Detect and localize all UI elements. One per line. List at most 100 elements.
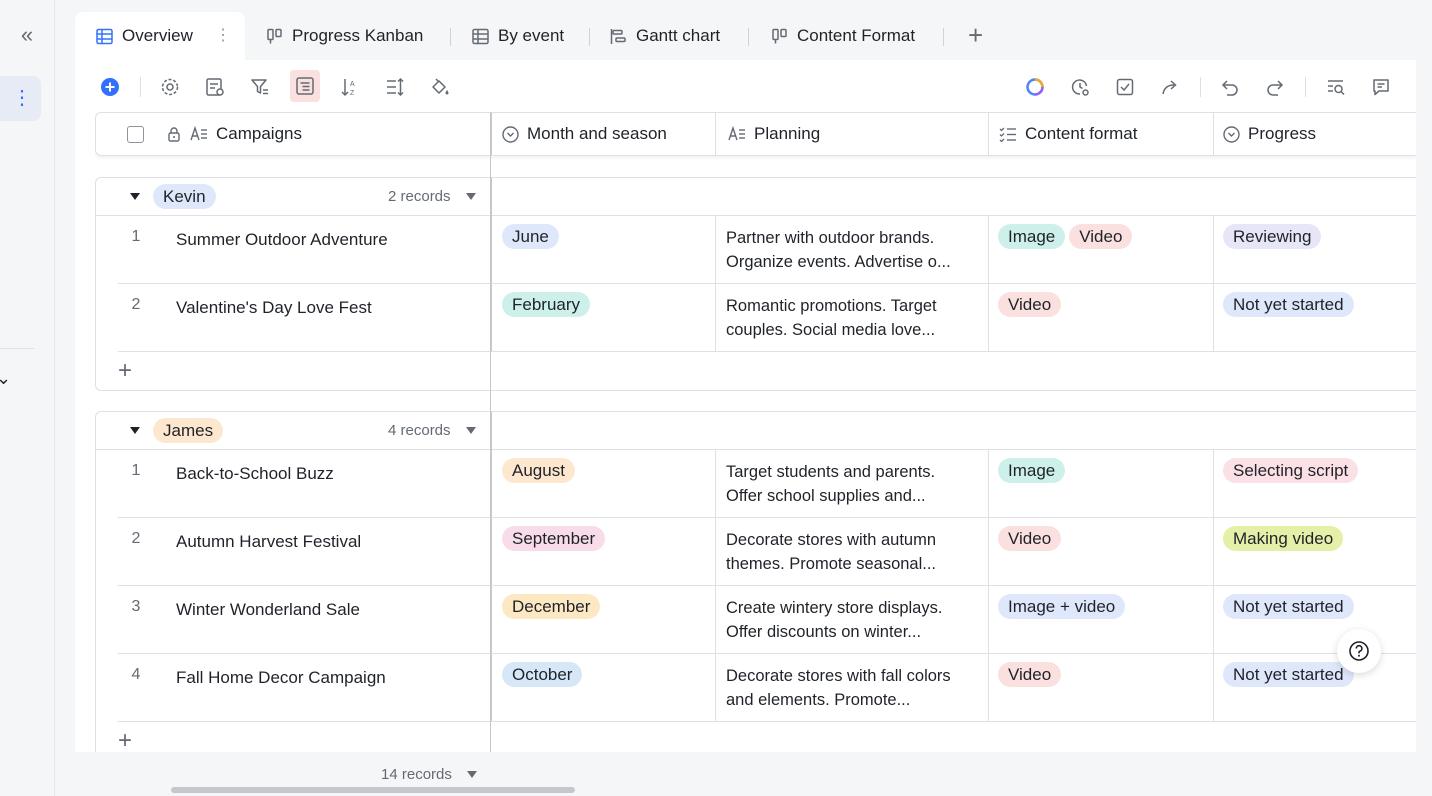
table-row[interactable]: 3 Winter Wonderland Sale December Create wi… <box>96 586 1416 654</box>
ai-assistant-icon[interactable] <box>1022 74 1048 100</box>
progress-cell[interactable]: Selecting script <box>1214 450 1416 518</box>
planning-cell[interactable]: Decorate stores with autumn themes. Promo… <box>716 518 989 586</box>
progress-tag: Not yet started <box>1223 662 1354 687</box>
add-row-button[interactable]: + <box>118 359 132 383</box>
help-button[interactable] <box>1337 629 1381 673</box>
header-progress[interactable]: Progress <box>1214 113 1416 155</box>
progress-cell[interactable]: Making video <box>1214 518 1416 586</box>
add-row-button[interactable]: + <box>118 729 132 753</box>
tab-divider <box>450 28 451 46</box>
content-format-tag: Video <box>998 662 1062 687</box>
row-height-icon[interactable] <box>382 74 408 100</box>
tab-overview[interactable]: Overview ⋮ <box>75 12 245 60</box>
fill-color-icon[interactable] <box>427 74 453 100</box>
row-number: 4 <box>131 666 141 683</box>
chevron-down-icon[interactable] <box>467 771 477 778</box>
month-cell[interactable]: February <box>491 284 716 352</box>
content-format-cell[interactable]: Image <box>989 450 1214 518</box>
grid-table-icon <box>95 27 113 45</box>
progress-tag: Not yet started <box>1223 594 1354 619</box>
kanban-icon <box>770 27 788 45</box>
table-row[interactable]: 1 Back-to-School Buzz August Target student… <box>96 450 1416 518</box>
collapse-group-icon[interactable] <box>130 427 140 434</box>
horizontal-scrollbar[interactable] <box>171 787 575 793</box>
tab-by-event[interactable]: By event <box>471 12 564 60</box>
collapse-group-icon[interactable] <box>130 193 140 200</box>
chevron-down-icon[interactable] <box>466 193 476 200</box>
field-settings-icon[interactable] <box>202 74 228 100</box>
add-record-icon[interactable] <box>97 74 123 100</box>
content-format-cell[interactable]: Video <box>989 518 1214 586</box>
content-format-tag: Image + video <box>998 594 1126 619</box>
progress-cell[interactable]: Not yet started <box>1214 284 1416 352</box>
tab-progress-kanban[interactable]: Progress Kanban <box>265 12 423 60</box>
header-planning[interactable]: Planning <box>716 113 989 155</box>
planning-cell[interactable]: Target students and parents. Offer school… <box>716 450 989 518</box>
redo-icon[interactable] <box>1262 74 1288 100</box>
share-icon[interactable] <box>1157 74 1183 100</box>
group-tag: Kevin <box>153 184 216 209</box>
planning-cell[interactable]: Romantic promotions. Target couples. Soci… <box>716 284 989 352</box>
settings-icon[interactable] <box>157 74 183 100</box>
content-format-tag: Video <box>998 526 1062 551</box>
table-row[interactable]: 2 Valentine's Day Love Fest February Romant… <box>96 284 1416 352</box>
task-check-icon[interactable] <box>1112 74 1138 100</box>
month-cell[interactable]: September <box>491 518 716 586</box>
campaign-name[interactable]: Fall Home Decor Campaign <box>176 668 386 688</box>
campaign-name[interactable]: Valentine's Day Love Fest <box>176 298 372 318</box>
table-row[interactable]: 1 Summer Outdoor Adventure June Partner wit… <box>96 216 1416 284</box>
header-campaigns[interactable]: Campaigns <box>96 113 491 155</box>
tab-label: Content Format <box>797 26 916 45</box>
undo-icon[interactable] <box>1217 74 1243 100</box>
group-record-count[interactable]: 4 records <box>388 422 451 439</box>
content-format-tag: Image <box>998 458 1066 483</box>
chevron-down-icon[interactable]: ⌄ <box>0 366 22 390</box>
campaign-name[interactable]: Autumn Harvest Festival <box>176 532 361 552</box>
month-tag: February <box>502 292 591 317</box>
table-row[interactable]: 2 Autumn Harvest Festival September Decorat… <box>96 518 1416 586</box>
chevron-down-icon[interactable] <box>466 427 476 434</box>
planning-cell[interactable]: Create wintery store displays. Offer disc… <box>716 586 989 654</box>
progress-cell[interactable]: Reviewing <box>1214 216 1416 284</box>
filter-icon[interactable] <box>247 74 273 100</box>
collapse-sidebar-icon[interactable]: « <box>14 22 40 48</box>
add-view-button[interactable]: + <box>968 22 983 48</box>
month-cell[interactable]: August <box>491 450 716 518</box>
header-label: Content format <box>1025 124 1138 143</box>
column-header-row: Campaigns Month and season Planning Cont… <box>95 112 1416 156</box>
tab-gantt-chart[interactable]: Gantt chart <box>609 12 720 60</box>
planning-cell[interactable]: Decorate stores with fall colors and elem… <box>716 654 989 722</box>
lock-icon <box>166 126 182 142</box>
month-cell[interactable]: June <box>491 216 716 284</box>
row-number: 1 <box>131 228 141 245</box>
total-records-count[interactable]: 14 records <box>381 766 452 783</box>
comment-icon[interactable] <box>1368 74 1394 100</box>
campaign-name[interactable]: Summer Outdoor Adventure <box>176 230 388 250</box>
progress-cell[interactable]: Not yet started <box>1214 654 1416 722</box>
header-month[interactable]: Month and season <box>491 113 716 155</box>
group-by-icon[interactable] <box>290 70 320 102</box>
group-record-count[interactable]: 2 records <box>388 188 451 205</box>
campaign-name[interactable]: Back-to-School Buzz <box>176 464 334 484</box>
month-cell[interactable]: December <box>491 586 716 654</box>
month-cell[interactable]: October <box>491 654 716 722</box>
content-format-cell[interactable]: Image Video <box>989 216 1214 284</box>
content-format-cell[interactable]: Video <box>989 654 1214 722</box>
single-select-icon <box>1223 125 1240 143</box>
more-vertical-icon[interactable]: ⋮ <box>12 86 32 110</box>
tab-more-icon[interactable]: ⋮ <box>215 25 231 45</box>
planning-text: themes. Promote seasonal... <box>726 554 937 573</box>
campaign-name[interactable]: Winter Wonderland Sale <box>176 600 360 620</box>
header-content-format[interactable]: Content format <box>989 113 1214 155</box>
content-format-cell[interactable]: Video <box>989 284 1214 352</box>
progress-cell[interactable]: Not yet started <box>1214 586 1416 654</box>
table-row[interactable]: 4 Fall Home Decor Campaign October Decorate… <box>96 654 1416 722</box>
planning-cell[interactable]: Partner with outdoor brands. Organize eve… <box>716 216 989 284</box>
sort-icon[interactable]: AZ <box>337 74 363 100</box>
tab-content-format[interactable]: Content Format <box>770 12 915 60</box>
content-format-cell[interactable]: Image + video <box>989 586 1214 654</box>
history-icon[interactable] <box>1067 74 1093 100</box>
select-all-checkbox[interactable] <box>127 125 144 143</box>
search-records-icon[interactable] <box>1323 74 1349 100</box>
frozen-column-divider[interactable] <box>490 112 491 752</box>
